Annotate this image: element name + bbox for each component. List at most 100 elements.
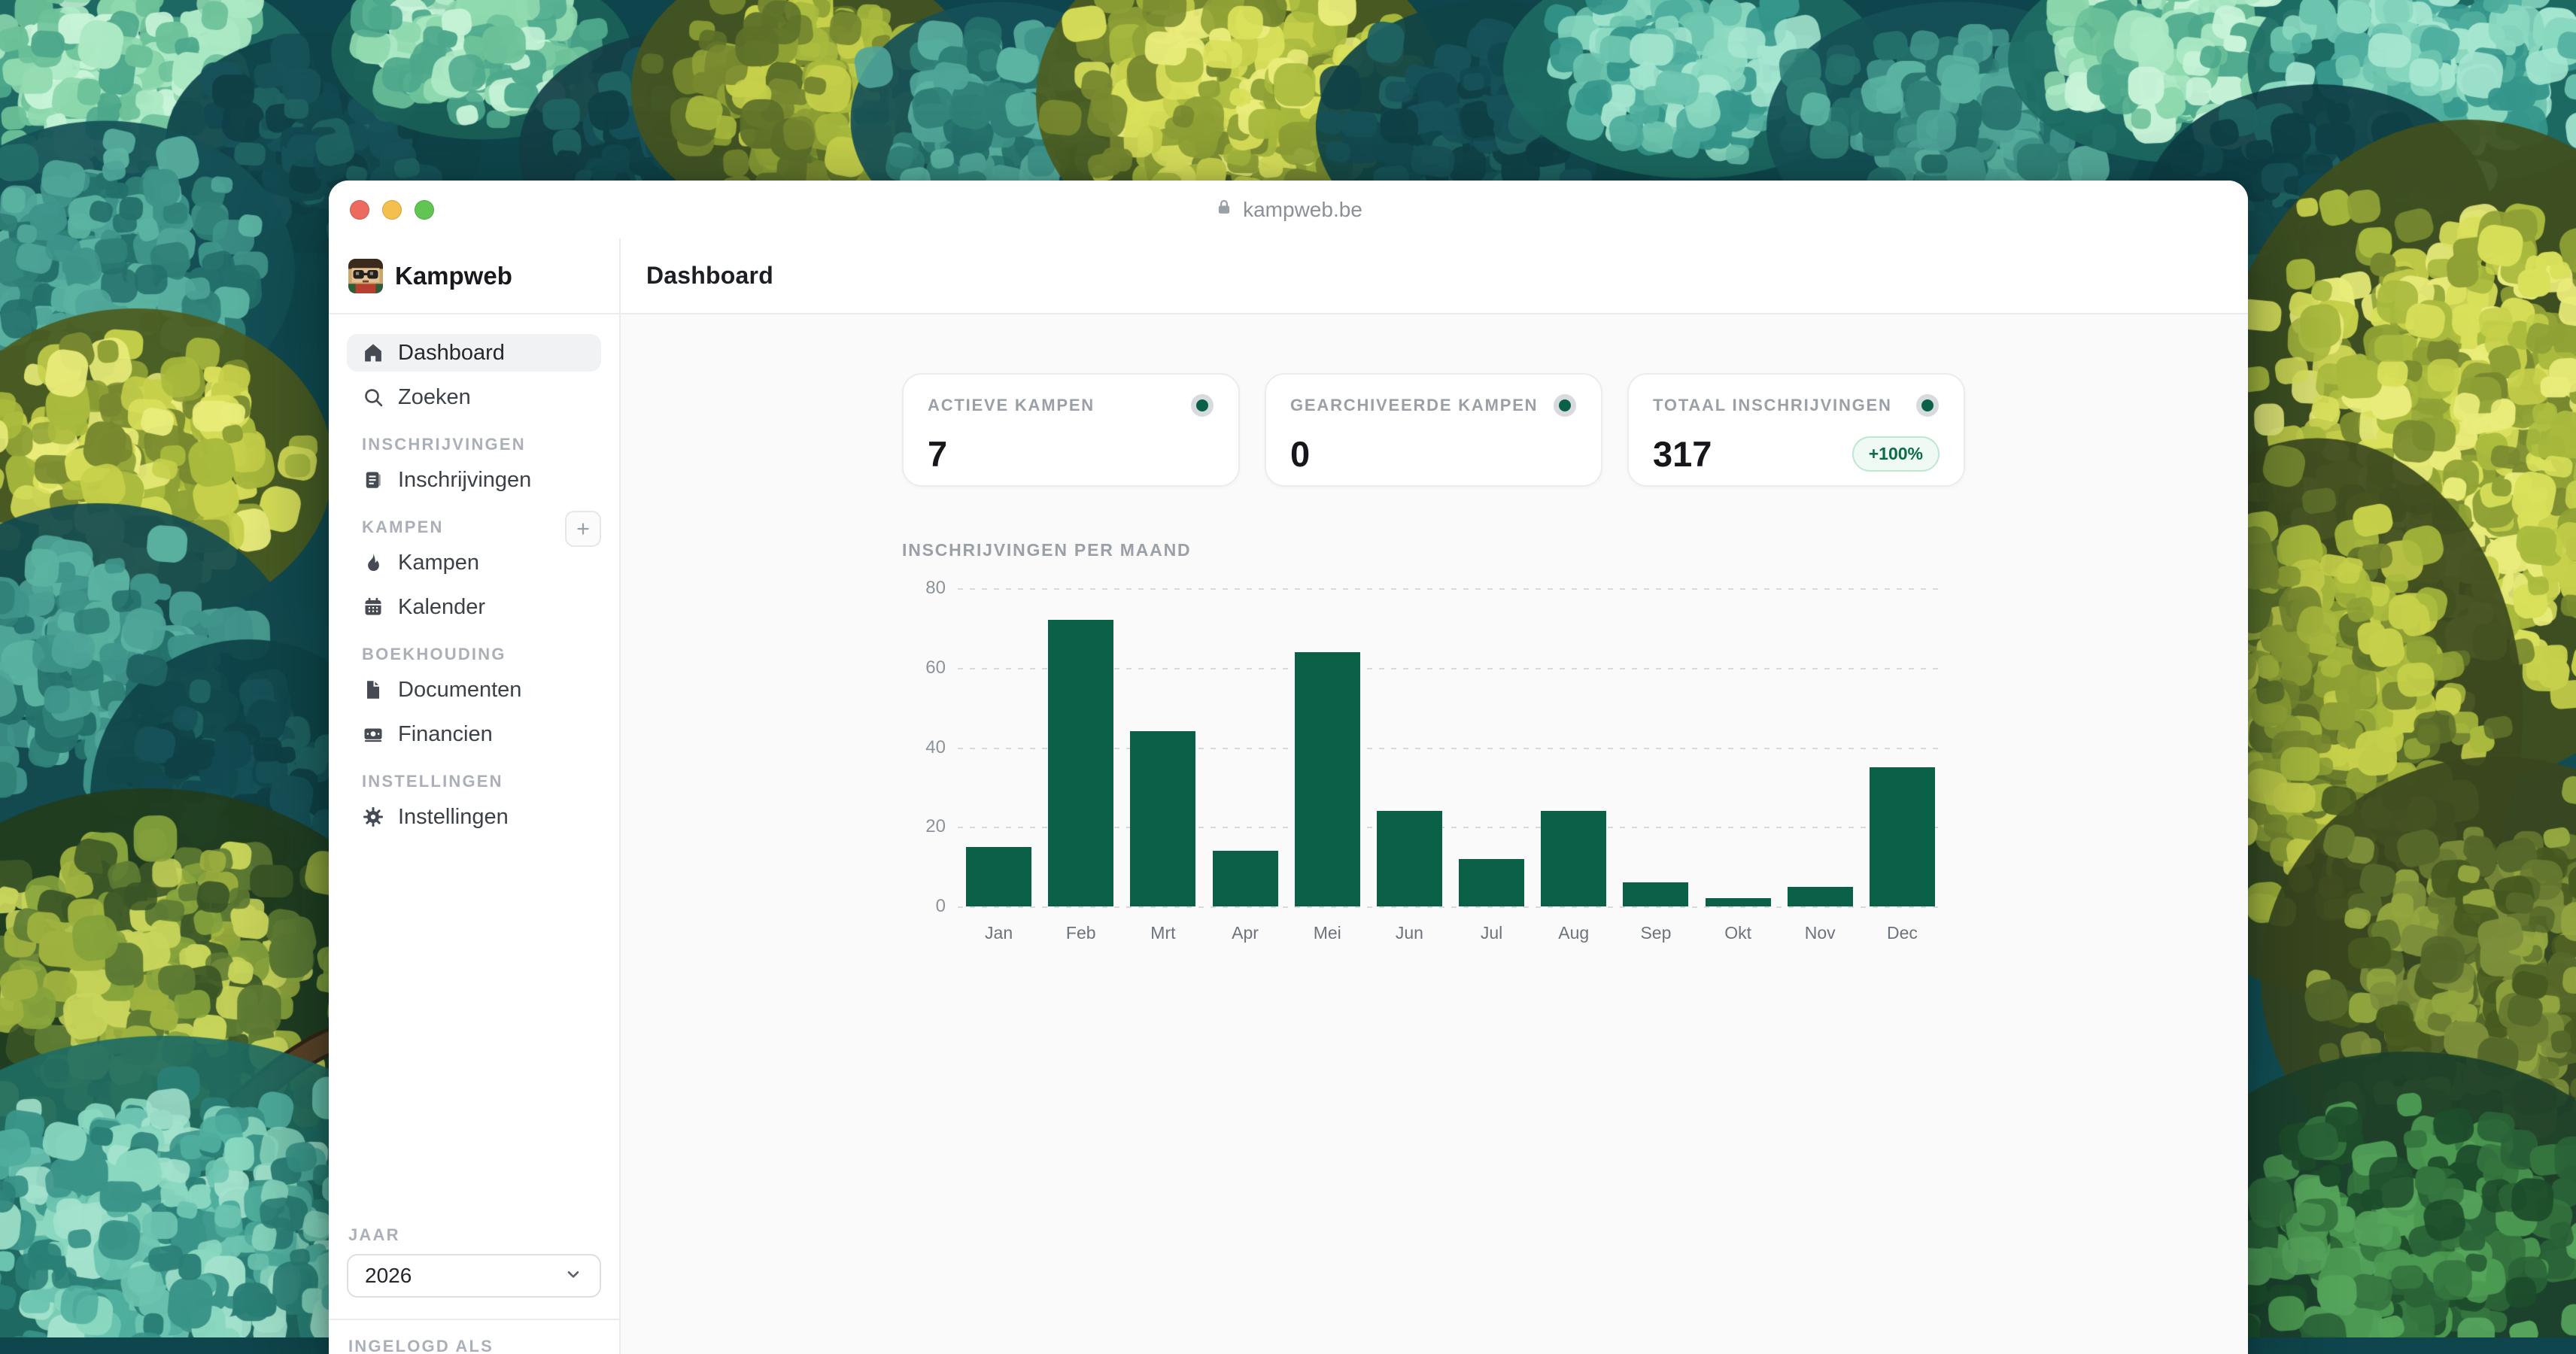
main-content: ACTIEVE KAMPEN 7 GEARCHIVEERDE KAMPEN 0 TOTA…: [621, 314, 2248, 1354]
sidebar-item-label: Instellingen: [398, 805, 509, 830]
year-select-value: 2026: [365, 1264, 412, 1288]
y-axis-tick: 60: [902, 657, 946, 679]
page-header: Dashboard: [621, 238, 2248, 314]
stat-card: GEARCHIVEERDE KAMPEN 0: [1265, 373, 1602, 487]
sidebar-item-label: Inschrijvingen: [398, 468, 531, 493]
bar-okt: [1706, 898, 1771, 906]
sidebar-item-kalender[interactable]: Kalender: [347, 588, 601, 626]
close-button[interactable]: [350, 200, 369, 220]
x-axis-label: Nov: [1779, 923, 1861, 943]
x-axis-label: Jul: [1451, 923, 1533, 943]
flame-icon: [362, 551, 384, 574]
bar-aug: [1541, 811, 1606, 906]
bar-jun: [1377, 811, 1442, 906]
y-axis-tick: 20: [902, 816, 946, 837]
file-icon: [362, 679, 384, 701]
x-axis-label: Jan: [958, 923, 1040, 943]
x-axis-label: Dec: [1861, 923, 1943, 943]
x-axis-label: Mei: [1286, 923, 1368, 943]
address-bar[interactable]: kampweb.be: [1214, 197, 1362, 222]
sidebar-item-dashboard[interactable]: Dashboard: [347, 334, 601, 372]
x-axis-label: Apr: [1204, 923, 1286, 943]
calendar-icon: [362, 596, 384, 618]
app-logo: [348, 259, 383, 293]
chevron-down-icon: [564, 1264, 583, 1288]
gear-icon: [362, 806, 384, 828]
bar-sep: [1623, 882, 1688, 906]
x-axis-label: Mrt: [1122, 923, 1204, 943]
stat-card-label: TOTAAL INSCHRIJVINGEN: [1653, 396, 1892, 415]
banknote-icon: [362, 723, 384, 745]
sidebar-item-kampen[interactable]: Kampen: [347, 544, 601, 581]
lock-icon: [1214, 197, 1234, 222]
sidebar-bottom: JAAR 2026 INGELOGD ALS jaspervermeulen@i…: [329, 1225, 619, 1354]
stat-card-label: GEARCHIVEERDE KAMPEN: [1290, 396, 1538, 415]
x-axis-label: Jun: [1368, 923, 1451, 943]
sidebar: Kampweb Dashboard Zoeken INSCHRIJVINGEN Ins…: [329, 238, 621, 1354]
stat-card-value: 0: [1290, 433, 1310, 475]
bar-mei: [1295, 652, 1360, 906]
chart-gridline: [958, 588, 1943, 590]
sidebar-item-label: Kalender: [398, 595, 485, 620]
bar-mrt: [1130, 731, 1195, 906]
logged-in-label: INGELOGD ALS: [348, 1337, 600, 1354]
nav-section-label: INSTELLINGEN: [362, 772, 503, 791]
nav-section-row: INSTELLINGEN: [347, 771, 601, 792]
browser-window: kampweb.be Kampweb Dashboard Zoeken INSCHR…: [329, 181, 2248, 1354]
sidebar-item-inschrijvingen[interactable]: Inschrijvingen: [347, 461, 601, 499]
sidebar-item-financien[interactable]: Financien: [347, 715, 601, 753]
x-axis-label: Sep: [1615, 923, 1697, 943]
chart-title: INSCHRIJVINGEN PER MAAND: [902, 540, 1965, 560]
search-icon: [362, 386, 384, 408]
bar-nov: [1788, 887, 1853, 906]
bar-jul: [1459, 859, 1524, 906]
page-title: Dashboard: [646, 262, 773, 290]
growth-badge: +100%: [1852, 436, 1940, 472]
browser-titlebar: kampweb.be: [329, 181, 2248, 240]
nav-section-label: KAMPEN: [362, 518, 444, 537]
x-axis-label: Aug: [1533, 923, 1615, 943]
y-axis-tick: 40: [902, 737, 946, 758]
nav-section-row: BOEKHOUDING: [347, 644, 601, 665]
bar-feb: [1048, 620, 1113, 906]
stat-card: TOTAAL INSCHRIJVINGEN 317 +100%: [1627, 373, 1965, 487]
stat-card: ACTIEVE KAMPEN 7: [902, 373, 1240, 487]
chart-gridline: [958, 906, 1943, 908]
sidebar-item-label: Zoeken: [398, 385, 471, 410]
clipboard-icon: [362, 469, 384, 491]
bar-jan: [966, 847, 1031, 906]
sidebar-item-label: Documenten: [398, 678, 521, 703]
status-dot: [1196, 399, 1208, 411]
home-icon: [362, 342, 384, 364]
nav-section-row: INSCHRIJVINGEN: [347, 434, 601, 455]
nav-section-label: INSCHRIJVINGEN: [362, 435, 526, 454]
stat-card-label: ACTIEVE KAMPEN: [928, 396, 1095, 415]
sidebar-item-zoeken[interactable]: Zoeken: [347, 378, 601, 416]
sidebar-item-label: Kampen: [398, 551, 479, 575]
x-axis-label: Feb: [1040, 923, 1122, 943]
sidebar-item-instellingen[interactable]: Instellingen: [347, 798, 601, 836]
year-select[interactable]: 2026: [347, 1254, 601, 1298]
minimize-button[interactable]: [382, 200, 402, 220]
stat-card-value: 317: [1653, 433, 1712, 475]
status-dot: [1921, 399, 1934, 411]
sidebar-item-documenten[interactable]: Documenten: [347, 671, 601, 709]
y-axis-tick: 80: [902, 578, 946, 599]
stat-card-value: 7: [928, 433, 947, 475]
status-dot: [1559, 399, 1571, 411]
sidebar-item-label: Financien: [398, 722, 493, 747]
brand: Kampweb: [329, 238, 619, 314]
bar-dec: [1870, 767, 1935, 906]
zoom-button[interactable]: [415, 200, 434, 220]
nav-section-row: KAMPEN: [347, 517, 601, 538]
x-axis-label: Okt: [1697, 923, 1779, 943]
y-axis-tick: 0: [902, 896, 946, 917]
bar-apr: [1213, 851, 1278, 906]
sidebar-nav: Dashboard Zoeken INSCHRIJVINGEN Inschrijvin…: [329, 314, 619, 836]
divider: [329, 1319, 619, 1320]
app-name: Kampweb: [395, 262, 512, 290]
add-kampen-button[interactable]: [565, 511, 601, 547]
stats-row: ACTIEVE KAMPEN 7 GEARCHIVEERDE KAMPEN 0 TOTA…: [902, 373, 1965, 487]
year-label: JAAR: [348, 1225, 600, 1245]
sidebar-item-label: Dashboard: [398, 341, 505, 366]
